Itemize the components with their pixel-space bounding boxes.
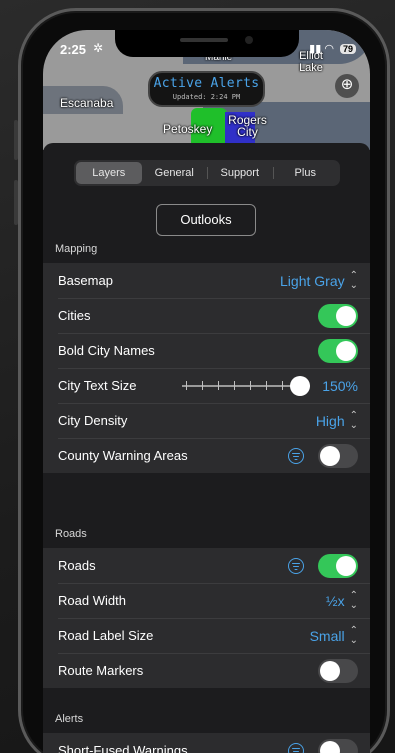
- toggle-knob: [336, 340, 356, 361]
- basemap-value: Light Gray: [280, 272, 345, 289]
- slider-tick: [202, 380, 204, 390]
- slider-tick: [266, 380, 268, 390]
- road-width-picker[interactable]: ½x ⌃ ⌄: [325, 589, 358, 611]
- toggle-knob: [320, 660, 340, 681]
- phone-screen: Escanaba Petoskey Rogers City Manie Elli…: [43, 30, 370, 753]
- bold-city-names-label: Bold City Names: [58, 343, 155, 358]
- slider-thumb[interactable]: [290, 375, 311, 396]
- route-markers-row: Route Markers: [43, 653, 370, 688]
- zoom-icon[interactable]: ⊕: [335, 74, 359, 98]
- slider-tick: [250, 380, 252, 390]
- road-label-size-label: Road Label Size: [58, 628, 154, 643]
- battery-icon: 79: [339, 44, 356, 54]
- county-warning-areas-toggle[interactable]: [318, 443, 358, 468]
- settings-sheet: Layers General Support Plus Outlooks Map…: [43, 143, 370, 753]
- basemap-row[interactable]: Basemap Light Gray ⌃ ⌄: [43, 263, 370, 298]
- tab-plus[interactable]: Plus: [272, 162, 339, 184]
- short-fused-warnings-label: Short-Fused Warnings: [58, 743, 188, 753]
- toggle-knob: [336, 555, 356, 576]
- section-title-alerts: Alerts: [55, 713, 84, 725]
- roads-group: Roads Road Width ½x ⌃ ⌄ Road Label Size S…: [43, 548, 370, 688]
- cities-label: Cities: [58, 308, 91, 323]
- basemap-label: Basemap: [58, 273, 113, 288]
- active-alerts-updated: Updated: 2:24 PM: [172, 93, 241, 101]
- status-time: 2:25: [60, 42, 87, 57]
- tab-bar: Layers General Support Plus: [74, 160, 340, 186]
- camera: [245, 36, 253, 44]
- signal-icon: ▮▮: [309, 43, 322, 55]
- road-width-label: Road Width: [58, 593, 126, 608]
- road-label-size-picker[interactable]: Small ⌃ ⌄: [309, 624, 358, 646]
- status-indicators: ▮▮ ◠ 79: [309, 42, 356, 55]
- chevron-up-down-icon: ⌃ ⌄: [349, 409, 358, 431]
- side-button: [14, 120, 18, 160]
- slider-tick: [234, 380, 236, 390]
- map-label: Escanaba: [60, 96, 114, 110]
- outlooks-button[interactable]: Outlooks: [156, 204, 256, 236]
- roads-toggle[interactable]: [318, 553, 358, 578]
- city-density-label: City Density: [58, 413, 128, 428]
- toggle-knob: [320, 445, 340, 466]
- bold-city-names-row: Bold City Names: [43, 333, 370, 368]
- short-fused-warnings-row: Short-Fused Warnings: [43, 733, 370, 753]
- city-density-row[interactable]: City Density High ⌃ ⌄: [43, 403, 370, 438]
- gear-icon: ✲: [93, 41, 104, 55]
- city-text-size-label: City Text Size: [58, 378, 137, 393]
- cities-row: Cities: [43, 298, 370, 333]
- map-label: Rogers City: [228, 113, 267, 139]
- chevron-up-down-icon: ⌃ ⌄: [349, 589, 358, 611]
- speaker: [180, 38, 228, 42]
- filter-icon[interactable]: [288, 742, 304, 753]
- chevron-up-down-icon: ⌃ ⌄: [349, 269, 358, 291]
- side-button: [14, 180, 18, 225]
- toggle-knob: [320, 740, 340, 753]
- filter-icon[interactable]: [288, 447, 304, 464]
- active-alerts-title: Active Alerts: [153, 76, 260, 91]
- city-text-size-slider[interactable]: [182, 374, 311, 398]
- section-title-mapping: Mapping: [55, 243, 98, 255]
- slider-tick: [218, 380, 220, 390]
- road-label-size-value: Small: [309, 627, 345, 644]
- road-width-row[interactable]: Road Width ½x ⌃ ⌄: [43, 583, 370, 618]
- city-text-size-row: City Text Size 150%: [43, 368, 370, 403]
- alerts-group: Short-Fused Warnings: [43, 733, 370, 753]
- road-label-size-row[interactable]: Road Label Size Small ⌃ ⌄: [43, 618, 370, 653]
- slider-tick: [186, 380, 188, 390]
- city-text-size-value: 150%: [322, 377, 358, 394]
- notch: [115, 30, 299, 57]
- toggle-knob: [336, 305, 356, 326]
- chevron-up-down-icon: ⌃ ⌄: [349, 624, 358, 646]
- tab-layers[interactable]: Layers: [76, 162, 142, 184]
- short-fused-warnings-toggle[interactable]: [318, 738, 358, 753]
- section-title-roads: Roads: [55, 528, 87, 540]
- road-width-value: ½x: [325, 592, 345, 609]
- city-density-picker[interactable]: High ⌃ ⌄: [315, 409, 358, 431]
- route-markers-label: Route Markers: [58, 663, 144, 678]
- mapping-group: Basemap Light Gray ⌃ ⌄ Cities Bold City N…: [43, 263, 370, 473]
- filter-icon[interactable]: [288, 557, 304, 574]
- basemap-picker[interactable]: Light Gray ⌃ ⌄: [280, 269, 358, 291]
- slider-tick: [282, 380, 284, 390]
- active-alerts-button[interactable]: Active Alerts Updated: 2:24 PM: [148, 71, 265, 107]
- route-markers-toggle[interactable]: [318, 658, 358, 683]
- map-label: Petoskey: [163, 122, 213, 136]
- cities-toggle[interactable]: [318, 303, 358, 328]
- wifi-icon: ◠: [324, 43, 334, 55]
- city-density-value: High: [315, 412, 345, 429]
- bold-city-names-toggle[interactable]: [318, 338, 358, 363]
- tab-support[interactable]: Support: [207, 162, 273, 184]
- roads-row: Roads: [43, 548, 370, 583]
- county-warning-areas-label: County Warning Areas: [58, 448, 188, 463]
- roads-label: Roads: [58, 558, 96, 573]
- tab-general[interactable]: General: [142, 162, 208, 184]
- county-warning-areas-row: County Warning Areas: [43, 438, 370, 473]
